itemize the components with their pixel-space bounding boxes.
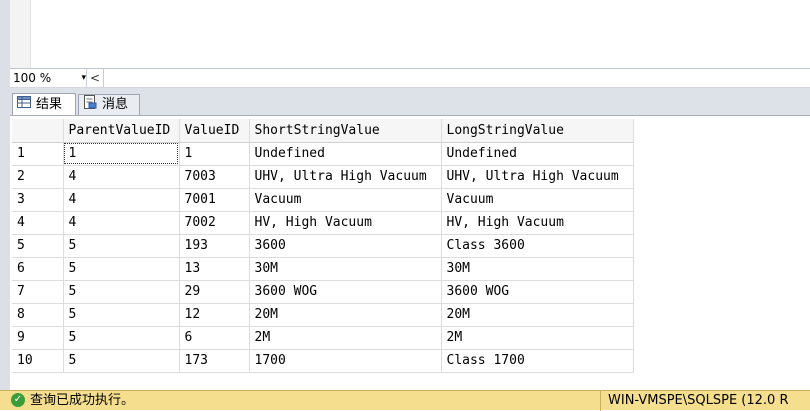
- cell[interactable]: 20M: [441, 303, 634, 327]
- cell[interactable]: Class 3600: [441, 234, 634, 258]
- cell[interactable]: 4: [63, 211, 180, 235]
- column-header-parentvalueid[interactable]: ParentValueID: [63, 119, 180, 143]
- status-message: 查询已成功执行。: [30, 393, 135, 408]
- header-row: ParentValueID ValueID ShortStringValue L…: [12, 119, 634, 143]
- cell[interactable]: 29: [179, 280, 250, 304]
- cell[interactable]: 13: [179, 257, 250, 281]
- success-check-icon: ✓: [11, 393, 25, 407]
- editor-gutter: [10, 0, 31, 68]
- table-row[interactable]: 9 5 6 2M 2M: [12, 326, 634, 350]
- grid-icon: [17, 95, 31, 115]
- zoom-dropdown[interactable]: 100 % ▾: [12, 70, 86, 86]
- cell[interactable]: Undefined: [249, 142, 442, 166]
- tab-results[interactable]: 结果: [12, 93, 76, 115]
- table-row[interactable]: 6 5 13 30M 30M: [12, 257, 634, 281]
- results-table: ParentValueID ValueID ShortStringValue L…: [12, 119, 634, 373]
- results-tab-bar: 结果 消息: [10, 88, 810, 116]
- results-grid[interactable]: ParentValueID ValueID ShortStringValue L…: [10, 116, 810, 390]
- cell[interactable]: 5: [63, 234, 180, 258]
- table-row[interactable]: 7 5 29 3600 WOG 3600 WOG: [12, 280, 634, 304]
- table-row[interactable]: 5 5 193 3600 Class 3600: [12, 234, 634, 258]
- cell[interactable]: 2M: [249, 326, 442, 350]
- row-number[interactable]: 1: [12, 142, 64, 166]
- tab-results-label: 结果: [36, 96, 63, 112]
- cell[interactable]: 1: [63, 142, 180, 166]
- cell[interactable]: 12: [179, 303, 250, 327]
- query-editor[interactable]: [10, 0, 810, 68]
- corner-cell[interactable]: [12, 119, 64, 143]
- column-header-shortstringvalue[interactable]: ShortStringValue: [249, 119, 442, 143]
- table-row[interactable]: 1 1 1 Undefined Undefined: [12, 142, 634, 166]
- cell[interactable]: 7003: [179, 165, 250, 189]
- cell[interactable]: UHV, Ultra High Vacuum: [441, 165, 634, 189]
- cell[interactable]: 6: [179, 326, 250, 350]
- cell[interactable]: 173: [179, 349, 250, 373]
- scroll-left-button[interactable]: <: [86, 69, 104, 87]
- cell[interactable]: 5: [63, 303, 180, 327]
- row-number[interactable]: 2: [12, 165, 64, 189]
- cell[interactable]: 3600 WOG: [249, 280, 442, 304]
- cell[interactable]: Undefined: [441, 142, 634, 166]
- status-divider: [600, 391, 601, 411]
- cell[interactable]: UHV, Ultra High Vacuum: [249, 165, 442, 189]
- cell[interactable]: 1: [179, 142, 250, 166]
- cell[interactable]: 3600: [249, 234, 442, 258]
- cell[interactable]: Class 1700: [441, 349, 634, 373]
- zoom-bar: 100 % ▾ <: [10, 68, 810, 88]
- table-row[interactable]: 8 5 12 20M 20M: [12, 303, 634, 327]
- cell[interactable]: 193: [179, 234, 250, 258]
- cell[interactable]: 7002: [179, 211, 250, 235]
- status-bar: ✓ 查询已成功执行。 WIN-VMSPE\SQLSPE (12.0 R: [0, 390, 810, 411]
- cell[interactable]: 4: [63, 188, 180, 212]
- tab-messages-label: 消息: [102, 97, 129, 112]
- row-number[interactable]: 9: [12, 326, 64, 350]
- cell[interactable]: 20M: [249, 303, 442, 327]
- cell[interactable]: Vacuum: [249, 188, 442, 212]
- zoom-value: 100 %: [13, 71, 52, 85]
- cell[interactable]: HV, High Vacuum: [441, 211, 634, 235]
- row-number[interactable]: 4: [12, 211, 64, 235]
- table-row[interactable]: 10 5 173 1700 Class 1700: [12, 349, 634, 373]
- cell[interactable]: HV, High Vacuum: [249, 211, 442, 235]
- table-row[interactable]: 3 4 7001 Vacuum Vacuum: [12, 188, 634, 212]
- table-row[interactable]: 2 4 7003 UHV, Ultra High Vacuum UHV, Ult…: [12, 165, 634, 189]
- cell[interactable]: 30M: [249, 257, 442, 281]
- row-number[interactable]: 3: [12, 188, 64, 212]
- row-number[interactable]: 5: [12, 234, 64, 258]
- cell[interactable]: 5: [63, 349, 180, 373]
- row-number[interactable]: 10: [12, 349, 64, 373]
- cell[interactable]: 5: [63, 257, 180, 281]
- row-number[interactable]: 7: [12, 280, 64, 304]
- column-header-longstringvalue[interactable]: LongStringValue: [441, 119, 634, 143]
- cell[interactable]: 7001: [179, 188, 250, 212]
- row-number[interactable]: 6: [12, 257, 64, 281]
- cell[interactable]: 5: [63, 280, 180, 304]
- row-number[interactable]: 8: [12, 303, 64, 327]
- cell[interactable]: 2M: [441, 326, 634, 350]
- message-icon: [83, 94, 97, 116]
- cell[interactable]: 5: [63, 326, 180, 350]
- cell[interactable]: 30M: [441, 257, 634, 281]
- table-row[interactable]: 4 4 7002 HV, High Vacuum HV, High Vacuum: [12, 211, 634, 235]
- cell[interactable]: 1700: [249, 349, 442, 373]
- column-header-valueid[interactable]: ValueID: [179, 119, 250, 143]
- cell[interactable]: Vacuum: [441, 188, 634, 212]
- cell[interactable]: 3600 WOG: [441, 280, 634, 304]
- tab-messages[interactable]: 消息: [78, 94, 140, 115]
- status-server: WIN-VMSPE\SQLSPE (12.0 R: [608, 393, 789, 408]
- cell[interactable]: 4: [63, 165, 180, 189]
